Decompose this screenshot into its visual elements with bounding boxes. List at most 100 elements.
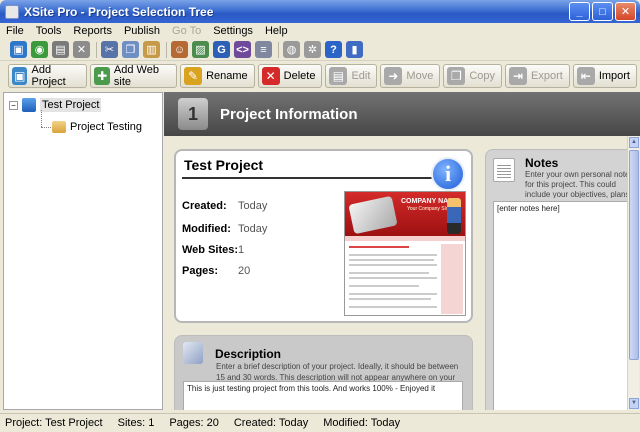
pen-icon — [183, 342, 203, 364]
tree-node-website[interactable]: Project Testing — [52, 121, 142, 133]
toolbar-separator — [278, 41, 279, 58]
menu-help[interactable]: Help — [265, 25, 288, 37]
delete-button[interactable]: ✕ Delete — [257, 64, 323, 88]
created-label: Created: — [182, 200, 227, 212]
minimize-button[interactable]: _ — [569, 2, 590, 21]
vertical-scrollbar[interactable]: ▲ ▼ — [627, 136, 639, 410]
close-button[interactable]: ✕ — [615, 2, 636, 21]
add-web-site-icon: ✚ — [94, 67, 110, 85]
import-button-label: Import — [598, 70, 630, 82]
delete-icon: ✕ — [261, 67, 280, 85]
status-project: Project: Test Project — [5, 417, 103, 429]
thumbnail-nav — [345, 236, 465, 241]
add-project-icon: ▣ — [12, 67, 28, 85]
export-button-label: Export — [531, 70, 563, 82]
help-icon[interactable]: ? — [325, 41, 342, 58]
folder-icon — [52, 121, 66, 133]
title-bar: XSite Pro - Project Selection Tree _ □ ✕ — [0, 0, 640, 23]
project-info-area: 1 Project Information Test Project i Cre… — [164, 92, 640, 410]
description-field[interactable]: This is just testing project from this t… — [183, 381, 463, 410]
notes-panel: Notes Enter your own personal notes for … — [485, 149, 636, 410]
import-icon: ⇤ — [576, 67, 595, 85]
html-icon[interactable]: <> — [234, 41, 251, 58]
paste-icon[interactable]: ▥ — [143, 41, 160, 58]
notepad-icon — [493, 158, 515, 182]
modified-value: Today — [238, 223, 268, 235]
info-header-icon: 1 — [178, 98, 208, 130]
status-sites: Sites: 1 — [117, 417, 155, 429]
edit-button: ▤ Edit — [325, 64, 378, 88]
open-project-icon[interactable]: ◉ — [31, 41, 48, 58]
menu-tools[interactable]: Tools — [36, 25, 62, 37]
menu-bar: File Tools Reports Publish Go To Setting… — [0, 23, 640, 39]
move-icon: ➜ — [384, 67, 403, 85]
rename-button-label: Rename — [206, 70, 248, 82]
status-modified: Modified: Today — [323, 417, 401, 429]
thumbnail-text-line — [349, 293, 437, 295]
document-icon[interactable]: ≡ — [255, 41, 272, 58]
project-title-rule — [182, 177, 434, 179]
gear-icon[interactable]: ✲ — [304, 41, 321, 58]
new-project-icon[interactable]: ▣ — [10, 41, 27, 58]
project-name: Test Project — [184, 157, 264, 173]
save-icon[interactable]: ▤ — [52, 41, 69, 58]
move-button-label: Move — [406, 70, 434, 82]
thumbnail-heading-line — [349, 246, 409, 248]
cancel-icon[interactable]: ✕ — [73, 41, 90, 58]
thumbnail-text-line — [349, 272, 429, 274]
move-button: ➜ Move — [380, 64, 441, 88]
info-header: 1 Project Information — [164, 92, 640, 136]
status-created: Created: Today — [233, 417, 309, 429]
window-title: XSite Pro - Project Selection Tree — [24, 4, 214, 19]
copy-button: ❐ Copy — [443, 64, 503, 88]
maximize-button[interactable]: □ — [592, 2, 613, 21]
thumbnail-text-line — [349, 306, 437, 308]
export-icon: ⇥ — [509, 67, 528, 85]
thumbnail-text-line — [349, 277, 437, 279]
cut-icon[interactable]: ✂ — [101, 41, 118, 58]
menu-settings[interactable]: Settings — [213, 25, 253, 37]
scrollbar-thumb[interactable] — [629, 150, 639, 360]
add-web-site-button-label: Add Web site — [113, 64, 159, 88]
scroll-down-icon[interactable]: ▼ — [629, 398, 639, 409]
thumbnail-text-line — [349, 254, 437, 256]
delete-button-label: Delete — [283, 70, 316, 82]
copy-button-label: Copy — [469, 70, 496, 82]
add-project-button[interactable]: ▣ Add Project — [8, 64, 88, 88]
status-pages: Pages: 20 — [169, 417, 219, 429]
toolbar-separator — [96, 41, 97, 58]
tree-node-root[interactable]: − Test Project — [9, 98, 102, 112]
rename-icon: ✎ — [184, 67, 203, 85]
add-web-site-button[interactable]: ✚ Add Web site — [90, 64, 178, 88]
book-icon[interactable]: ▮ — [346, 41, 363, 58]
scroll-up-icon[interactable]: ▲ — [629, 137, 639, 148]
websites-value: 1 — [238, 244, 245, 256]
import-button[interactable]: ⇤ Import — [572, 64, 637, 88]
project-icon — [22, 98, 36, 112]
google-icon[interactable]: G — [213, 41, 230, 58]
worker-image — [447, 198, 461, 234]
tree-collapse-icon[interactable]: − — [9, 100, 18, 110]
rename-button[interactable]: ✎ Rename — [180, 64, 255, 88]
modified-label: Modified: — [182, 223, 231, 235]
info-header-title: Project Information — [220, 105, 358, 123]
project-tree: − Test Project Project Testing — [3, 92, 163, 410]
menu-file[interactable]: File — [6, 25, 24, 37]
menu-publish[interactable]: Publish — [124, 25, 160, 37]
copy-icon[interactable]: ❐ — [122, 41, 139, 58]
action-toolbar: ▣ Add Project ✚ Add Web site ✎ Rename ✕ Delete ▤… — [0, 62, 640, 90]
app-icon — [5, 4, 19, 19]
tree-connector-horizontal — [41, 127, 51, 128]
globe-icon[interactable]: ◍ — [283, 41, 300, 58]
thumbnail-text-line — [349, 285, 419, 287]
website-thumbnail[interactable]: COMPANY NAME Your Company Slogan — [344, 191, 466, 316]
menu-go-to: Go To — [172, 25, 202, 37]
notes-field[interactable]: [enter notes here] — [493, 201, 636, 410]
thumbnail-sidebar — [441, 244, 463, 314]
edit-button-label: Edit — [351, 70, 371, 82]
menu-reports[interactable]: Reports — [73, 25, 112, 37]
notes-help: Enter your own personal notes for this p… — [525, 170, 634, 198]
image-icon[interactable]: ▨ — [192, 41, 209, 58]
users-icon[interactable]: ☺ — [171, 41, 188, 58]
websites-label: Web Sites: — [182, 244, 239, 256]
